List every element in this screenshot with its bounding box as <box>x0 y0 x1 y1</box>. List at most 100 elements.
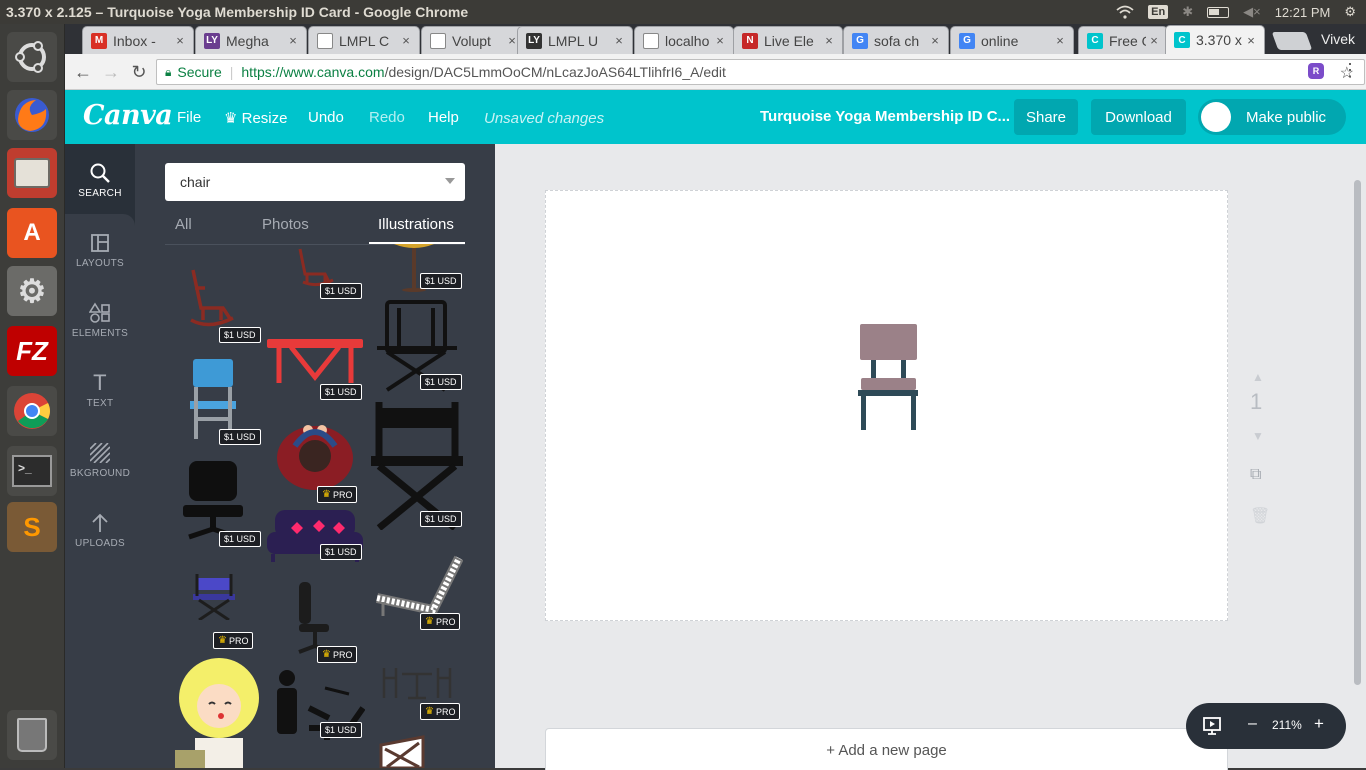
resize-menu[interactable]: ♛ Resize <box>224 109 287 127</box>
firefox-icon[interactable] <box>7 90 57 140</box>
document-title[interactable]: Turquoise Yoga Membership ID C... <box>760 108 1010 125</box>
price-badge: $1 USD <box>219 429 261 445</box>
zoom-level[interactable]: 211% <box>1272 718 1302 732</box>
browser-tab[interactable]: N Live Ele × <box>733 26 843 54</box>
blue-chair-thumb[interactable] <box>190 359 236 439</box>
pro-badge: ♛ PRO <box>317 486 358 503</box>
browser-tab[interactable]: LY Megha × <box>195 26 307 54</box>
browser-tab[interactable]: M Inbox - × <box>82 26 194 54</box>
page-down-icon[interactable]: ▼ <box>1252 429 1264 443</box>
tab-close-icon[interactable]: × <box>1052 33 1068 48</box>
bluetooth-icon[interactable]: ✱ <box>1182 4 1193 20</box>
profile-button[interactable]: Vivek <box>1310 24 1366 54</box>
black-office-chair-thumb[interactable] <box>183 461 243 541</box>
rail-elements[interactable]: ELEMENTS <box>65 284 135 354</box>
browser-tab[interactable]: C Free O× <box>1078 26 1168 54</box>
tab-illustrations[interactable]: Illustrations <box>378 216 454 233</box>
red-table-thumb[interactable] <box>267 337 363 387</box>
present-icon[interactable] <box>1202 716 1222 736</box>
design-page[interactable] <box>545 190 1228 621</box>
browser-tab[interactable]: Gsofa ch × <box>843 26 949 54</box>
lounge-chair-thumb[interactable] <box>373 550 463 618</box>
tab-close-icon[interactable]: × <box>821 33 837 48</box>
ubuntu-icon[interactable] <box>7 32 57 82</box>
search-input[interactable]: chair <box>165 163 465 201</box>
bistro-table-chairs-thumb[interactable] <box>380 660 454 700</box>
tab-favicon-icon: N <box>742 32 758 49</box>
page-up-icon[interactable]: ▲ <box>1252 370 1264 384</box>
tab-close-icon[interactable]: × <box>1243 33 1259 48</box>
chair-illustration[interactable] <box>858 324 918 430</box>
tab-close-icon[interactable]: × <box>398 33 414 48</box>
tab-close-icon[interactable]: × <box>611 33 627 48</box>
download-button[interactable]: Download <box>1091 99 1186 135</box>
browser-tab[interactable]: C 3.370 x × <box>1165 25 1265 54</box>
duplicate-page-icon[interactable]: ⧉ <box>1250 466 1261 484</box>
forward-button[interactable]: → <box>99 60 123 84</box>
search-input-value: chair <box>180 174 211 190</box>
keyboard-language-badge[interactable]: En <box>1148 5 1169 19</box>
rail-text-label: TEXT <box>86 398 114 409</box>
blue-directors-chair-thumb[interactable] <box>193 574 235 620</box>
url-host: https://www.canva.com <box>241 64 385 80</box>
browser-tab[interactable]: LY LMPL U × <box>517 26 633 54</box>
file-menu[interactable]: File <box>177 109 201 126</box>
canvas-scrollbar[interactable] <box>1354 180 1361 685</box>
crate-chair-partial-thumb[interactable] <box>379 735 425 768</box>
undo-button[interactable]: Undo <box>308 109 344 126</box>
tab-label: LMPL C <box>339 32 390 49</box>
rail-layouts[interactable]: LAYOUTS <box>65 214 135 284</box>
rail-search[interactable]: SEARCH <box>65 144 135 214</box>
canva-logo[interactable]: Canva <box>83 100 173 131</box>
pro-badge: ♛ PRO <box>420 703 461 720</box>
rail-uploads[interactable]: UPLOADS <box>65 494 135 564</box>
browser-tab[interactable]: LMPL C × <box>308 26 420 54</box>
rocking-chair-thumb[interactable] <box>185 264 237 330</box>
tab-close-icon[interactable]: × <box>172 33 188 48</box>
battery-icon[interactable] <box>1207 6 1230 18</box>
tab-close-icon[interactable]: × <box>927 33 943 48</box>
settings-icon[interactable]: ⚙ <box>7 266 57 316</box>
new-tab-button[interactable] <box>1271 32 1313 50</box>
wifi-icon[interactable] <box>1116 5 1134 19</box>
software-center-icon[interactable]: A <box>7 208 57 258</box>
address-bar[interactable]: 🔒︎ Secure | https://www.canva.com /desig… <box>156 59 1365 85</box>
sublime-icon[interactable]: S <box>7 502 57 552</box>
tab-close-icon[interactable]: × <box>285 33 301 48</box>
desk-chair-thumb[interactable] <box>295 582 335 656</box>
trash-icon[interactable] <box>7 710 57 760</box>
help-menu[interactable]: Help <box>428 109 459 126</box>
files-icon[interactable] <box>7 148 57 198</box>
zoom-in-button[interactable]: + <box>1314 714 1324 734</box>
chrome-icon[interactable] <box>7 386 57 436</box>
chrome-menu-icon[interactable]: ⋮ <box>1341 60 1359 81</box>
reload-button[interactable]: ↻ <box>127 60 151 84</box>
browser-tab[interactable]: Volupt × <box>421 26 526 54</box>
cartoon-girl-thumb[interactable] <box>175 658 263 768</box>
back-button[interactable]: ← <box>71 60 95 84</box>
redo-button[interactable]: Redo <box>369 109 405 126</box>
power-gear-icon[interactable]: ⚙ <box>1344 4 1356 20</box>
person-in-chair-topview-thumb[interactable] <box>275 418 355 492</box>
extension-icon[interactable]: R <box>1308 63 1324 79</box>
lock-icon[interactable]: 🔒︎ <box>165 65 171 80</box>
share-button[interactable]: Share <box>1014 99 1078 135</box>
delete-page-icon[interactable]: 🗑︎ <box>1250 506 1270 526</box>
browser-tab[interactable]: localho × <box>634 26 734 54</box>
terminal-icon[interactable]: >_ <box>7 446 57 496</box>
tab-close-icon[interactable]: × <box>1146 33 1162 48</box>
browser-tab[interactable]: Gonline × <box>950 26 1074 54</box>
add-new-page-button[interactable]: + Add a new page <box>545 728 1228 770</box>
filezilla-icon[interactable]: FZ <box>7 326 57 376</box>
rail-text[interactable]: T TEXT <box>65 354 135 424</box>
tab-all[interactable]: All <box>175 216 192 233</box>
volume-muted-icon[interactable]: ◀× <box>1243 4 1261 20</box>
tab-photos[interactable]: Photos <box>262 216 309 233</box>
rail-background[interactable]: BKGROUND <box>65 424 135 494</box>
zoom-out-button[interactable]: – <box>1248 715 1257 733</box>
tab-close-icon[interactable]: × <box>712 33 728 48</box>
clock[interactable]: 12:21 PM <box>1275 5 1331 20</box>
tab-label: LMPL U <box>548 32 599 49</box>
make-public-toggle[interactable]: Make public <box>1198 99 1346 135</box>
search-dropdown-caret-icon[interactable] <box>445 178 455 184</box>
